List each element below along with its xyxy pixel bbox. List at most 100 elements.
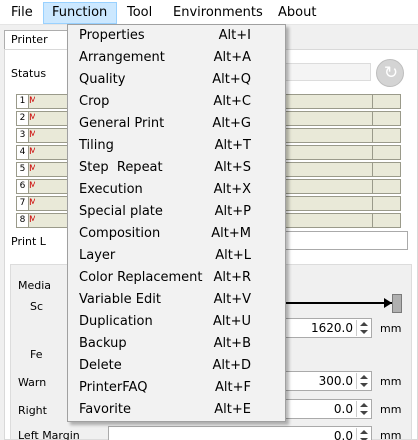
arrow-right-icon <box>384 298 392 308</box>
menu-environments[interactable]: Environments <box>171 3 265 23</box>
menu-file[interactable]: File <box>9 3 35 23</box>
menu-item-backup[interactable]: Backup Alt+B <box>68 333 285 355</box>
left-margin-label: Left Margin <box>18 429 80 440</box>
width-stepper[interactable] <box>356 320 370 336</box>
refresh-icon: ↻ <box>383 63 399 83</box>
spin-down-icon[interactable] <box>360 411 368 415</box>
menu-item-favorite[interactable]: Favorite Alt+E <box>68 399 285 421</box>
menu-item-label: Favorite <box>79 402 131 417</box>
print-field[interactable] <box>284 231 408 250</box>
spin-down-icon[interactable] <box>360 383 368 387</box>
menu-item-label: Layer <box>79 248 116 263</box>
menu-item-step-repeat[interactable]: Step Repeat Alt+S <box>68 157 285 179</box>
menu-item-label: General Print <box>79 116 165 131</box>
menu-item-execution[interactable]: Execution Alt+X <box>68 179 285 201</box>
unit-label: mm <box>380 322 402 335</box>
menu-item-label: Arrangement <box>79 50 165 65</box>
menu-item-shortcut: Alt+U <box>212 314 251 329</box>
row-mark: M <box>29 130 35 140</box>
menu-item-shortcut: Alt+E <box>214 402 251 417</box>
left-margin-field[interactable]: 0.0 <box>108 426 372 440</box>
warn-label: Warn <box>18 376 47 389</box>
menu-item-label: Backup <box>79 336 127 351</box>
menu-item-printer-faq[interactable]: PrinterFAQ Alt+F <box>68 377 285 399</box>
menu-item-label: Crop <box>79 94 110 109</box>
spin-up-icon[interactable] <box>360 375 368 379</box>
menu-item-shortcut: Alt+C <box>213 94 251 109</box>
menu-item-label: Tiling <box>79 138 114 153</box>
tab-printer[interactable]: Printer <box>4 30 76 50</box>
menu-item-label: Execution <box>79 182 143 197</box>
row-number: 7 <box>17 197 29 210</box>
refresh-button[interactable]: ↻ <box>376 59 404 87</box>
menu-item-label: Delete <box>79 358 122 373</box>
sc-label: Sc <box>30 300 44 313</box>
menu-item-label: Step Repeat <box>79 160 163 175</box>
right-label: Right <box>18 404 47 417</box>
menu-item-properties[interactable]: Properties Alt+I <box>68 25 285 47</box>
width-field[interactable]: 1620.0 <box>284 318 372 338</box>
menu-item-shortcut: Alt+A <box>213 50 251 65</box>
row-number: 3 <box>17 129 29 142</box>
status-field <box>285 63 371 81</box>
menu-item-duplication[interactable]: Duplication Alt+U <box>68 311 285 333</box>
menu-item-label: Duplication <box>79 314 153 329</box>
menu-item-shortcut: Alt+X <box>213 182 251 197</box>
row-number: 1 <box>17 95 29 108</box>
row-mark: M <box>29 147 35 157</box>
menu-item-general-print[interactable]: General Print Alt+G <box>68 113 285 135</box>
menu-item-shortcut: Alt+R <box>213 270 251 285</box>
menu-item-arrangement[interactable]: Arrangement Alt+A <box>68 47 285 69</box>
menu-item-special-plate[interactable]: Special plate Alt+P <box>68 201 285 223</box>
menu-item-composition[interactable]: Composition Alt+M <box>68 223 285 245</box>
menu-item-shortcut: Alt+P <box>214 204 251 219</box>
row-number: 4 <box>17 146 29 159</box>
warn-value: 300.0 <box>318 374 353 388</box>
menu-item-color-replacement[interactable]: Color Replacement Alt+R <box>68 267 285 289</box>
right-margin-field[interactable]: 0.0 <box>284 399 372 419</box>
menu-item-delete[interactable]: Delete Alt+D <box>68 355 285 377</box>
right-margin-stepper[interactable] <box>356 401 370 417</box>
menu-item-crop[interactable]: Crop Alt+C <box>68 91 285 113</box>
warn-stepper[interactable] <box>356 373 370 389</box>
menu-item-label: Variable Edit <box>79 292 161 307</box>
menu-item-variable-edit[interactable]: Variable Edit Alt+V <box>68 289 285 311</box>
media-label: Media <box>18 279 52 292</box>
menu-bar: File Function Tool Environments About <box>0 0 418 25</box>
menu-item-label: Properties <box>79 28 145 43</box>
row-divider <box>372 146 373 159</box>
row-number: 5 <box>17 163 29 176</box>
warn-field[interactable]: 300.0 <box>284 371 372 391</box>
spin-up-icon[interactable] <box>360 403 368 407</box>
row-divider <box>372 112 373 125</box>
unit-label: mm <box>380 403 402 416</box>
menu-item-shortcut: Alt+G <box>212 116 251 131</box>
menu-item-shortcut: Alt+I <box>218 28 251 43</box>
menu-item-shortcut: Alt+T <box>214 138 251 153</box>
row-mark: M <box>29 181 35 191</box>
menu-function[interactable]: Function <box>43 2 117 24</box>
menu-about[interactable]: About <box>276 3 318 23</box>
left-margin-stepper[interactable] <box>356 428 370 440</box>
menu-item-tiling[interactable]: Tiling Alt+T <box>68 135 285 157</box>
menu-item-shortcut: Alt+L <box>215 248 251 263</box>
row-mark: M <box>29 198 35 208</box>
menu-item-layer[interactable]: Layer Alt+L <box>68 245 285 267</box>
menu-item-quality[interactable]: Quality Alt+Q <box>68 69 285 91</box>
print-label: Print L <box>11 235 46 248</box>
row-divider <box>372 180 373 193</box>
row-divider <box>372 214 373 227</box>
status-label: Status <box>11 67 47 80</box>
left-margin-value: 0.0 <box>333 429 353 440</box>
menu-item-shortcut: Alt+F <box>215 380 251 395</box>
width-value: 1620.0 <box>311 321 353 335</box>
scale-slider-thumb[interactable] <box>392 294 402 313</box>
spin-up-icon[interactable] <box>360 322 368 326</box>
menu-item-label: Composition <box>79 226 161 241</box>
row-number: 8 <box>17 214 29 227</box>
menu-item-label: Quality <box>79 72 126 87</box>
spin-up-icon[interactable] <box>360 430 368 434</box>
right-margin-value: 0.0 <box>333 402 353 416</box>
spin-down-icon[interactable] <box>360 330 368 334</box>
menu-tool[interactable]: Tool <box>125 3 154 23</box>
